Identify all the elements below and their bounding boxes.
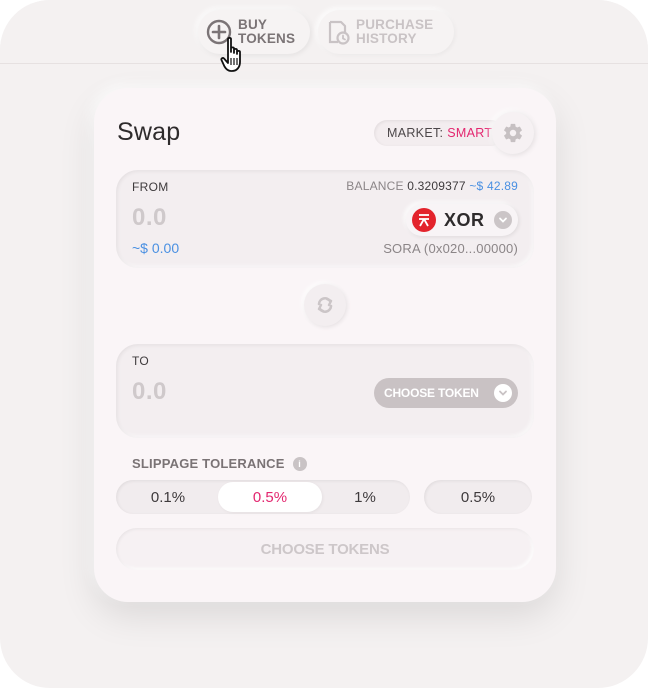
balance-label: BALANCE	[346, 179, 404, 193]
from-label: FROM	[132, 180, 169, 194]
balance-usd: ~$ 42.89	[469, 179, 518, 193]
buy-tokens-button[interactable]: BUY TOKENS	[198, 10, 310, 54]
app-frame: BUY TOKENS PURCHASE HISTORY Swap MARKET:…	[0, 0, 648, 688]
slippage-options: 0.1% 0.5% 1%	[116, 480, 410, 514]
switch-tokens-button[interactable]	[304, 284, 346, 326]
market-selector[interactable]: MARKET: SMART	[374, 120, 504, 146]
hand-pointer-icon	[220, 36, 248, 79]
slippage-label: SLIPPAGE TOLERANCE	[132, 456, 285, 471]
gear-icon	[502, 122, 524, 144]
from-token-address: SORA (0x020...00000)	[383, 241, 518, 256]
choose-token-label: CHOOSE TOKEN	[384, 386, 479, 400]
from-balance: BALANCE 0.3209377 ~$ 42.89	[346, 179, 518, 193]
choose-tokens-button[interactable]: CHOOSE TOKENS	[116, 528, 534, 570]
chevron-down-icon	[494, 211, 512, 229]
to-panel: TO 0.0 CHOOSE TOKEN	[116, 344, 534, 438]
slippage-tolerance-heading: SLIPPAGE TOLERANCE i	[132, 456, 307, 471]
purchase-history-label: PURCHASE HISTORY	[356, 17, 434, 46]
swap-arrows-icon	[314, 294, 336, 316]
swap-card: Swap MARKET: SMART FROM BALANCE 0.320937…	[94, 88, 556, 602]
from-panel: FROM BALANCE 0.3209377 ~$ 42.89 0.0 ~$ 0…	[116, 170, 534, 268]
purchase-history-button[interactable]: PURCHASE HISTORY	[318, 10, 454, 54]
to-amount-input[interactable]: 0.0	[132, 378, 167, 406]
from-amount-usd: ~$ 0.00	[132, 240, 180, 256]
slippage-option-0-5[interactable]: 0.5%	[218, 482, 322, 512]
choose-token-button[interactable]: CHOOSE TOKEN	[374, 378, 518, 408]
to-label: TO	[132, 354, 150, 368]
chevron-down-icon	[494, 384, 512, 402]
from-amount-input[interactable]: 0.0	[132, 204, 167, 232]
page-title: Swap	[117, 118, 181, 146]
from-token-symbol: XOR	[444, 209, 485, 230]
receipt-clock-icon	[326, 19, 350, 45]
top-navigation: BUY TOKENS PURCHASE HISTORY	[0, 0, 648, 64]
slippage-option-1[interactable]: 1%	[322, 482, 408, 512]
xor-logo-icon	[412, 208, 436, 232]
from-token-select[interactable]: XOR	[406, 204, 518, 236]
info-icon[interactable]: i	[292, 456, 307, 471]
market-label: MARKET:	[387, 126, 444, 140]
slippage-option-0-1[interactable]: 0.1%	[118, 482, 218, 512]
settings-button[interactable]	[492, 112, 534, 154]
custom-slippage-input[interactable]: 0.5%	[424, 480, 532, 514]
balance-value: 0.3209377	[407, 179, 466, 193]
market-value: SMART	[447, 126, 493, 140]
